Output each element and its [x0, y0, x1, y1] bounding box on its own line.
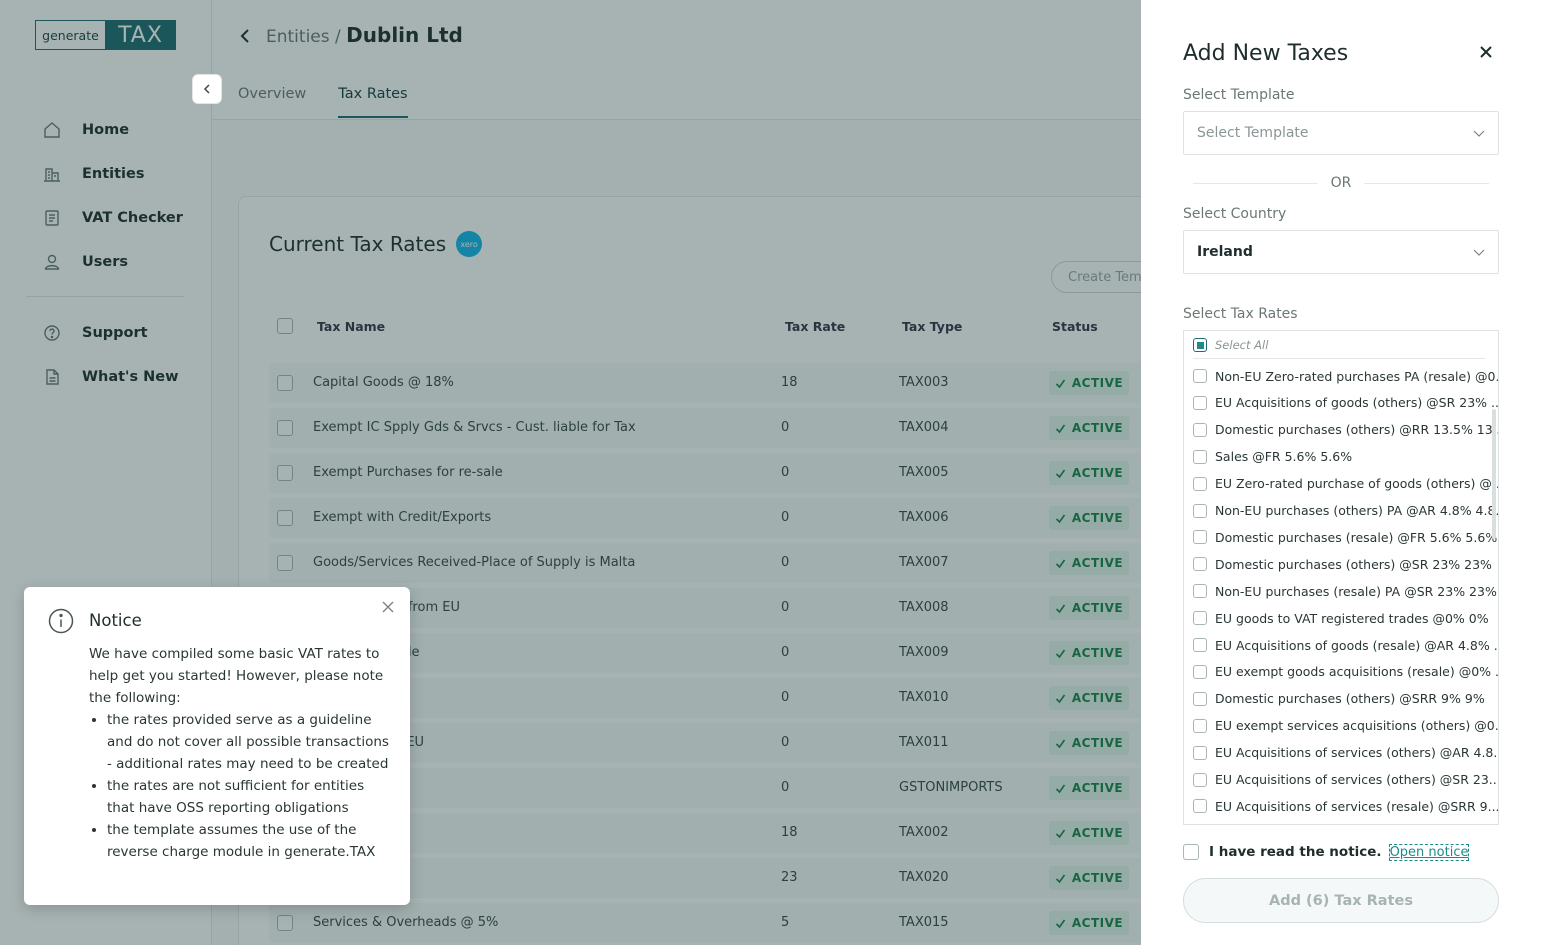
close-panel-icon[interactable] — [1478, 44, 1494, 60]
tax-rate-label: Domestic purchases (others) @SR 23% 23% — [1215, 556, 1492, 572]
tax-rate-checkbox[interactable] — [1193, 395, 1207, 410]
open-notice-link[interactable]: Open notice — [1388, 843, 1470, 861]
read-notice-row: I have read the notice. Open notice — [1183, 843, 1470, 861]
tax-rate-checkbox[interactable] — [1193, 503, 1207, 518]
chevron-down-icon — [1473, 130, 1485, 137]
tax-rate-label: EU Acquisitions of services (others) @SR… — [1215, 772, 1499, 787]
or-divider: OR — [1193, 175, 1489, 191]
chevron-down-icon — [1473, 249, 1485, 256]
tax-rate-checkbox[interactable] — [1193, 691, 1207, 706]
add-new-taxes-panel: Add New Taxes Select Template Select Tem… — [1141, 0, 1541, 945]
tax-rate-option[interactable]: Non-EU purchases (resale) PA @SR 23% 23% — [1193, 582, 1497, 600]
notice-title: Notice — [89, 611, 142, 630]
close-notice-icon[interactable] — [380, 599, 396, 615]
tax-rate-label: Domestic purchases (others) @RR 13.5% 13… — [1215, 422, 1499, 438]
country-select[interactable]: Ireland — [1183, 230, 1499, 274]
add-tax-rates-button[interactable]: Add (6) Tax Rates — [1183, 878, 1499, 923]
tax-rate-label: Non-EU purchases (others) PA @AR 4.8% 4.… — [1215, 503, 1499, 518]
notice-bullets: the rates provided serve as a guideline … — [89, 709, 389, 863]
tax-rate-checkbox[interactable] — [1193, 799, 1207, 814]
read-notice-checkbox[interactable] — [1183, 844, 1199, 860]
tax-rate-option[interactable]: EU Acquisitions of services (others) @AR… — [1193, 744, 1499, 762]
tax-rate-label: EU Acquisitions of services (resale) @SR… — [1215, 798, 1499, 814]
notice-bullet: the rates provided serve as a guideline … — [107, 709, 389, 775]
panel-title: Add New Taxes — [1183, 41, 1349, 66]
info-icon — [48, 608, 74, 634]
select-all-label: Select All — [1215, 338, 1269, 352]
chevron-left-icon — [203, 84, 210, 94]
select-all-option[interactable]: Select All — [1193, 336, 1268, 354]
notice-bullet: the rates are not sufficient for entitie… — [107, 775, 389, 819]
tax-rate-option[interactable]: Domestic purchases (others) @SR 23% 23% — [1193, 555, 1492, 573]
notice-body: We have compiled some basic VAT rates to… — [89, 643, 389, 863]
tax-rate-label: EU exempt goods acquisitions (resale) @0… — [1215, 664, 1499, 680]
tax-rate-option[interactable]: EU Acquisitions of goods (resale) @AR 4.… — [1193, 636, 1499, 654]
tax-rate-option[interactable]: Domestic purchases (resale) @FR 5.6% 5.6… — [1193, 528, 1497, 546]
tax-rate-label: EU goods to VAT registered trades @0% 0% — [1215, 610, 1489, 626]
tax-rate-checkbox[interactable] — [1193, 745, 1207, 760]
notice-bullet: the template assumes the use of the reve… — [107, 819, 389, 863]
tax-rate-checkbox[interactable] — [1193, 772, 1207, 787]
tax-rate-label: EU Acquisitions of goods (others) @SR 23… — [1215, 395, 1499, 411]
tax-rate-checkbox[interactable] — [1193, 557, 1207, 572]
tax-rate-checkbox[interactable] — [1193, 530, 1207, 545]
tax-rate-checkbox[interactable] — [1193, 449, 1207, 464]
tax-rate-checkbox[interactable] — [1193, 369, 1207, 383]
tax-rate-option[interactable]: EU Acquisitions of services (others) @SR… — [1193, 771, 1499, 789]
tax-rate-option[interactable]: EU goods to VAT registered trades @0% 0% — [1193, 609, 1489, 627]
list-scrollbar[interactable] — [1492, 409, 1496, 539]
tax-rate-option[interactable]: EU exempt services acquisitions (others)… — [1193, 717, 1499, 735]
tax-rate-label: Non-EU purchases (resale) PA @SR 23% 23% — [1215, 583, 1497, 599]
tax-rate-checkbox[interactable] — [1193, 422, 1207, 437]
list-divider — [1193, 358, 1485, 359]
tax-rate-option[interactable]: Sales @FR 5.6% 5.6% — [1193, 448, 1352, 466]
tax-rate-option[interactable]: Non-EU Zero-rated purchases PA (resale) … — [1193, 367, 1499, 385]
tax-rate-checkbox[interactable] — [1193, 638, 1207, 652]
notice-intro: We have compiled some basic VAT rates to… — [89, 646, 384, 706]
tax-rate-checkbox[interactable] — [1193, 584, 1207, 599]
tax-rate-checkbox[interactable] — [1193, 718, 1207, 733]
select-all-checkbox[interactable] — [1193, 338, 1207, 352]
tax-rate-label: Domestic purchases (others) @SRR 9% 9% — [1215, 691, 1485, 707]
tax-rate-option[interactable]: Domestic purchases (others) @SRR 9% 9% — [1193, 690, 1485, 708]
tax-rate-label: Sales @FR 5.6% 5.6% — [1215, 449, 1353, 465]
tax-rate-checkbox[interactable] — [1193, 664, 1207, 679]
tax-rate-label: EU Acquisitions of goods (resale) @AR 4.… — [1215, 637, 1499, 653]
collapse-sidebar-button[interactable] — [192, 74, 222, 104]
tax-rate-label: EU Acquisitions of services (others) @AR… — [1215, 745, 1499, 761]
template-label: Select Template — [1183, 87, 1295, 103]
tax-rate-label: EU exempt services acquisitions (others)… — [1215, 718, 1499, 734]
tax-rates-list[interactable]: Select All Non-EU Zero-rated purchases P… — [1183, 330, 1499, 825]
tax-rate-checkbox[interactable] — [1193, 611, 1207, 626]
read-notice-label: I have read the notice. — [1209, 844, 1382, 860]
notice-popup: Notice We have compiled some basic VAT r… — [24, 587, 410, 905]
tax-rate-option[interactable]: EU Acquisitions of services (resale) @SR… — [1193, 797, 1499, 815]
tax-rate-label: Domestic purchases (resale) @FR 5.6% 5.6… — [1215, 529, 1498, 545]
tax-rate-checkbox[interactable] — [1193, 476, 1207, 491]
tax-rate-option[interactable]: Non-EU purchases (others) PA @AR 4.8% 4.… — [1193, 502, 1499, 520]
tax-rate-option[interactable]: EU Zero-rated purchase of goods (others)… — [1193, 475, 1499, 493]
tax-rate-option[interactable]: EU Acquisitions of goods (others) @SR 23… — [1193, 394, 1499, 412]
country-label: Select Country — [1183, 206, 1287, 222]
tax-rate-option[interactable]: Domestic purchases (others) @RR 13.5% 13… — [1193, 421, 1499, 439]
tax-rate-option[interactable]: EU exempt goods acquisitions (resale) @0… — [1193, 663, 1499, 681]
tax-rates-label: Select Tax Rates — [1183, 306, 1298, 322]
country-value: Ireland — [1197, 244, 1253, 260]
template-placeholder: Select Template — [1197, 125, 1309, 141]
tax-rate-label: EU Zero-rated purchase of goods (others)… — [1215, 476, 1499, 492]
tax-rate-label: Non-EU Zero-rated purchases PA (resale) … — [1215, 368, 1499, 384]
template-select[interactable]: Select Template — [1183, 111, 1499, 155]
